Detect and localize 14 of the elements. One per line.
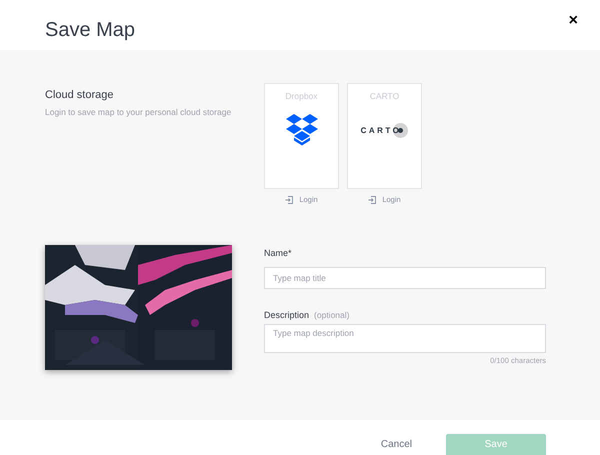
field-label: Description [264,308,310,322]
login-icon [368,196,376,204]
section-subtitle: Login to save map to your personal cloud storage [45,106,232,118]
logo-text: CARTO [360,124,402,137]
input-field[interactable]: Type map title [264,266,546,289]
box-logo-icon [286,114,318,148]
textarea-field[interactable]: Type map description [264,324,546,354]
optional-hint: (optional) [314,308,350,322]
dialog-title: Save Map [45,18,136,43]
section-title: Cloud storage [45,88,114,103]
field-label: Name* [264,247,293,260]
login-icon [285,196,294,204]
close-button[interactable]: × [568,13,578,29]
cancel-button[interactable]: Cancel [370,437,422,455]
